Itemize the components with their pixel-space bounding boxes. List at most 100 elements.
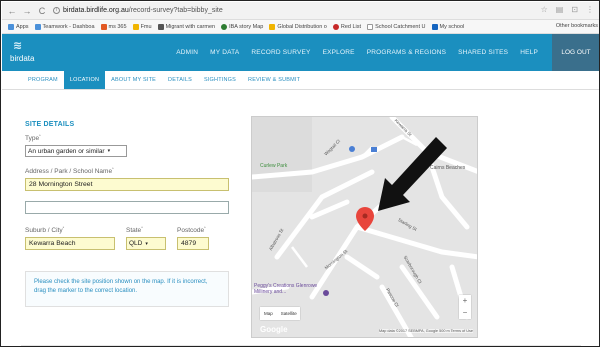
reload-icon[interactable]: C <box>37 6 47 16</box>
map-park-area <box>252 117 312 192</box>
zoom-control: + − <box>459 295 471 319</box>
address-bar[interactable]: i birdata.birdlife.org.au/record-survey?… <box>53 7 223 14</box>
address-line2-field[interactable] <box>25 201 229 214</box>
tab-location[interactable]: LOCATION <box>63 71 106 89</box>
state-label-text: State <box>126 227 142 235</box>
map-type-satellite[interactable]: Satellite <box>277 311 301 316</box>
nav-programs-regions[interactable]: PROGRAMS & REGIONS <box>367 49 446 56</box>
bookmark-favicon-icon <box>367 23 374 30</box>
tab-program[interactable]: PROGRAM <box>22 71 64 89</box>
bookmark-redlist[interactable]: Red List <box>332 23 362 30</box>
suburb-label: Suburb / City* <box>25 225 65 235</box>
suburb-label-text: Suburb / City <box>25 227 63 235</box>
map-attribution[interactable]: Map data ©2017 SEBMPA, Google 500 m Term… <box>378 329 473 333</box>
tab-review-submit[interactable]: REVIEW & SUBMIT <box>242 71 306 89</box>
postcode-label: Postcode* <box>177 225 206 235</box>
bookmark-star-icon[interactable]: ☆ <box>541 5 548 14</box>
bookmark-apps[interactable]: Apps <box>8 23 29 30</box>
bookmark-label: Global Distribution o <box>277 23 327 30</box>
menu-icon[interactable]: ⋮ <box>586 5 594 14</box>
postcode-label-text: Postcode <box>177 227 205 235</box>
bookmark-school[interactable]: School Catchment U <box>367 23 426 30</box>
survey-tabs: PROGRAM LOCATION ABOUT MY SITE DETAILS S… <box>2 71 599 90</box>
bookmark-global[interactable]: Global Distribution o <box>269 23 327 30</box>
cast-icon[interactable]: ⊡ <box>571 5 578 14</box>
bookmark-migrant[interactable]: Migrant with carmen <box>157 23 216 30</box>
site-details-form: SITE DETAILS Type* An urban garden or si… <box>21 117 243 335</box>
area-label: Cairns Beaches <box>430 165 466 171</box>
bookmark-favicon-icon <box>34 23 41 30</box>
bird-icon: ≋ <box>13 40 23 52</box>
address-field[interactable]: 28 Mornington Street <box>25 178 229 191</box>
bookmark-label: Red List <box>340 23 362 30</box>
extension-icon[interactable]: ▤ <box>556 5 564 14</box>
bookmark-label: Teamwork - Dashboa <box>42 23 95 30</box>
suburb-field[interactable]: Kewarra Beach <box>25 237 115 250</box>
info-icon[interactable]: i <box>53 7 60 14</box>
bookmark-ms365[interactable]: ms 365 <box>100 23 127 30</box>
other-bookmarks[interactable]: Other bookmarks <box>556 23 598 29</box>
address-label: Address / Park / School Name* <box>25 166 114 176</box>
nav-explore[interactable]: EXPLORE <box>323 49 355 56</box>
forward-icon[interactable]: → <box>22 6 32 16</box>
main-nav: ADMIN MY DATA RECORD SURVEY EXPLORE PROG… <box>164 34 599 71</box>
zoom-in-button[interactable]: + <box>459 295 471 307</box>
bookmark-label: Fmu <box>140 23 152 30</box>
map-marker-icon[interactable] <box>349 146 355 152</box>
app-window: ← → C i birdata.birdlife.org.au/record-s… <box>0 0 600 347</box>
bookmark-favicon-icon <box>132 23 139 30</box>
type-select-value: An urban garden or similar <box>28 147 105 155</box>
poi-label[interactable]: Peggy's Creations Glenrowe Millinery and… <box>254 283 334 295</box>
browser-toolbar: ← → C i birdata.birdlife.org.au/record-s… <box>2 2 599 20</box>
tab-about-my-site[interactable]: ABOUT MY SITE <box>105 71 162 89</box>
nav-help[interactable]: HELP <box>520 49 538 56</box>
map-type-control: Map Satellite <box>260 307 300 320</box>
type-select[interactable]: An urban garden or similar ▾ <box>25 145 127 157</box>
nav-my-data[interactable]: MY DATA <box>210 49 239 56</box>
nav-record-survey[interactable]: RECORD SURVEY <box>251 49 310 56</box>
url-path: /record-survey?tab=bibby_site <box>128 7 223 14</box>
bookmark-label: IBA story Map <box>229 23 264 30</box>
logout-button[interactable]: LOG OUT <box>552 34 599 71</box>
bookmark-favicon-icon <box>157 23 164 30</box>
state-select[interactable]: QLD ▾ <box>126 237 166 250</box>
apps-icon <box>8 23 14 30</box>
bookmark-label: School Catchment U <box>375 23 426 30</box>
state-label: State* <box>126 225 143 235</box>
bookmarks-bar: Apps Teamwork - Dashboa ms 365 Fmu Migra… <box>2 20 599 34</box>
google-logo: Google <box>260 325 288 334</box>
nav-shared-sites[interactable]: SHARED SITES <box>458 49 508 56</box>
tab-sightings[interactable]: SIGHTINGS <box>198 71 242 89</box>
birdata-logo[interactable]: ≋ birdata <box>10 39 38 67</box>
postcode-field[interactable]: 4879 <box>177 237 209 250</box>
bookmark-label: ms 365 <box>108 23 127 30</box>
bookmark-favicon-icon <box>100 23 107 30</box>
tab-details[interactable]: DETAILS <box>162 71 198 89</box>
browser-actions: ☆ ▤ ⊡ ⋮ <box>541 5 594 14</box>
map-info-box: Please check the site position shown on … <box>25 271 229 307</box>
bookmark-myschool[interactable]: My school <box>431 23 465 30</box>
site-header: ≋ birdata ADMIN MY DATA RECORD SURVEY EX… <box>2 34 599 71</box>
bookmark-iba[interactable]: IBA story Map <box>221 23 264 30</box>
bookmark-teamwork[interactable]: Teamwork - Dashboa <box>34 23 95 30</box>
location-map[interactable]: Kewarra St Wagtail Cl Curlew Park Cairns… <box>251 116 478 338</box>
address-label-text: Address / Park / School Name <box>25 168 113 176</box>
bookmark-favicon-icon <box>332 23 339 30</box>
map-type-map[interactable]: Map <box>260 311 277 316</box>
zoom-out-button[interactable]: − <box>459 307 471 319</box>
nav-admin[interactable]: ADMIN <box>176 49 198 56</box>
url-host: birdata.birdlife.org.au <box>63 7 129 14</box>
bookmark-label: Migrant with carmen <box>165 23 216 30</box>
section-title: SITE DETAILS <box>25 121 75 128</box>
map-canvas[interactable] <box>252 117 478 338</box>
caret-down-icon: ▾ <box>145 240 148 247</box>
bookmark-fmu[interactable]: Fmu <box>132 23 152 30</box>
bookmark-label: My school <box>439 23 465 30</box>
bookmark-label: Apps <box>16 23 29 30</box>
bookmark-favicon-icon <box>269 23 276 30</box>
type-label: Type* <box>25 133 41 143</box>
type-label-text: Type <box>25 135 40 143</box>
back-icon[interactable]: ← <box>7 6 17 16</box>
bus-stop-icon[interactable] <box>371 147 377 152</box>
bookmark-favicon-icon <box>431 23 438 30</box>
